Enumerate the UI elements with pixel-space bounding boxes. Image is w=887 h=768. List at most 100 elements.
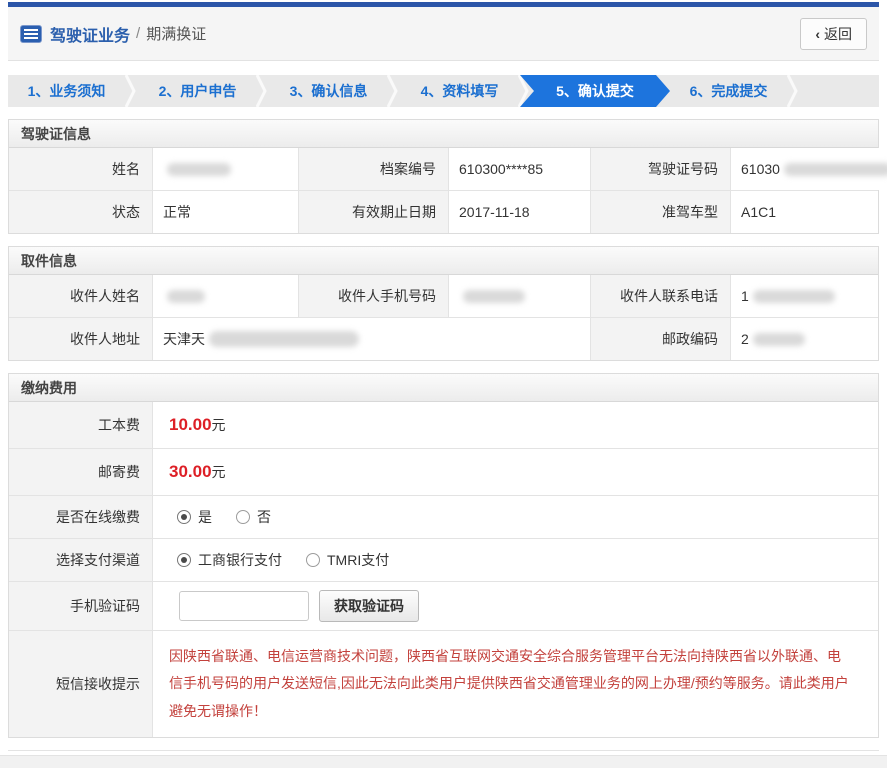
radio-unchecked-icon [236,510,250,524]
step-separator-icon [125,75,136,107]
mail-fee-amount: 30.00 [169,462,212,481]
mail-fee-row: 邮寄费 30.00 元 [9,449,878,496]
radio-label: 工商银行支付 [198,552,282,568]
license-no-label: 驾驶证号码 [591,148,731,190]
sms-code-input[interactable] [179,591,309,621]
online-pay-no-radio[interactable]: 否 [236,507,271,527]
radio-label: 否 [257,509,271,525]
table-row: 姓名 档案编号 610300****85 驾驶证号码 61030 [9,148,887,191]
step-label: 5、确认提交 [556,83,634,99]
bottom-band [0,755,887,768]
work-fee-label: 工本费 [9,402,153,448]
phone-prefix: 1 [741,288,749,304]
radio-unchecked-icon [306,553,320,567]
pay-channel-label: 选择支付渠道 [9,539,153,581]
license-info-section: 驾驶证信息 姓名 档案编号 610300****85 驾驶证号码 61030 状… [8,119,887,234]
step-label: 4、资料填写 [420,83,499,99]
redacted-value [167,289,205,303]
business-list-icon [20,24,42,43]
radio-checked-icon [177,510,191,524]
step-separator-icon [256,75,267,107]
work-fee-value: 10.00 元 [153,402,878,448]
online-pay-yes-radio[interactable]: 是 [177,507,212,527]
get-sms-code-button[interactable]: 获取验证码 [319,590,419,622]
online-pay-label: 是否在线缴费 [9,496,153,538]
redacted-value [752,332,805,346]
back-button-label: 返回 [824,26,852,42]
step-bar-filler [801,75,879,107]
sms-code-row: 手机验证码 获取验证码 [9,582,878,631]
step-5-confirm-submit-active[interactable]: 5、确认提交 [520,75,670,107]
breadcrumb-current: 期满换证 [146,26,207,43]
postcode-label: 邮政编码 [591,318,731,360]
status-label: 状态 [9,191,153,233]
redacted-value [167,162,231,176]
step-label: 3、确认信息 [289,83,368,99]
redacted-value [209,331,359,347]
page-header: 驾驶证业务 / 期满换证 ‹ 返回 [8,7,879,61]
file-no-value: 610300****85 [449,148,591,190]
postcode-value: 2 [731,318,878,360]
work-fee-row: 工本费 10.00 元 [9,402,878,449]
sms-tip-row: 短信接收提示 因陕西省联通、电信运营商技术问题，陕西省互联网交通安全综合服务管理… [9,631,878,737]
work-fee-amount: 10.00 [169,415,212,434]
sms-tip-label: 短信接收提示 [9,631,153,737]
recipient-name-label: 收件人姓名 [9,275,153,317]
step-navigation: 1、业务须知 2、用户申告 3、确认信息 4、资料填写 5、确认提交 6、完成提… [8,75,879,107]
radio-label: 是 [198,509,212,525]
step-1-business-notice[interactable]: 1、业务须知 [8,75,125,107]
step-label: 6、完成提交 [689,83,768,99]
pay-channel-options: 工商银行支付 TMRI支付 [153,539,878,581]
step-label: 1、业务须知 [27,83,106,99]
section-title: 驾驶证信息 [9,120,878,148]
online-pay-row: 是否在线缴费 是 否 [9,496,878,539]
mail-fee-value: 30.00 元 [153,449,878,495]
back-button[interactable]: ‹ 返回 [800,18,867,50]
online-pay-options: 是 否 [153,496,878,538]
vehicle-type-label: 准驾车型 [591,191,731,233]
redacted-value [783,162,887,176]
license-no-prefix: 61030 [741,161,780,177]
step-6-complete-submit[interactable]: 6、完成提交 [670,75,787,107]
address-value: 天津天 [153,318,591,360]
fees-section: 缴纳费用 工本费 10.00 元 邮寄费 30.00 元 是否在线缴费 是 否 … [8,373,879,738]
step-3-confirm-info[interactable]: 3、确认信息 [270,75,387,107]
vehicle-type-value: A1C1 [731,191,878,233]
fee-unit: 元 [211,417,226,433]
mail-fee-label: 邮寄费 [9,449,153,495]
page-title: 驾驶证业务 [50,27,131,45]
file-no-label: 档案编号 [299,148,449,190]
section-title: 取件信息 [9,247,878,275]
address-prefix: 天津天 [163,331,205,347]
status-value: 正常 [153,191,299,233]
sms-code-label: 手机验证码 [9,582,153,630]
sms-tip-text: 因陕西省联通、电信运营商技术问题，陕西省互联网交通安全综合服务管理平台无法向持陕… [153,631,878,737]
recipient-mobile-value [449,275,591,317]
channel-tmri-radio[interactable]: TMRI支付 [306,550,389,570]
recipient-name-value [153,275,299,317]
address-label: 收件人地址 [9,318,153,360]
breadcrumb-separator: / [136,25,141,42]
redacted-value [752,289,835,303]
postcode-prefix: 2 [741,331,749,347]
name-label: 姓名 [9,148,153,190]
step-4-fill-materials[interactable]: 4、资料填写 [401,75,518,107]
radio-label: TMRI支付 [327,552,390,568]
sms-code-controls: 获取验证码 [153,582,878,630]
table-row: 收件人地址 天津天 邮政编码 2 [9,318,878,360]
recipient-phone-value: 1 [731,275,878,317]
license-no-value: 61030 [731,148,887,190]
redacted-value [463,289,525,303]
name-value [153,148,299,190]
section-title: 缴纳费用 [9,374,878,402]
table-row: 状态 正常 有效期止日期 2017-11-18 准驾车型 A1C1 [9,191,878,233]
recipient-phone-label: 收件人联系电话 [591,275,731,317]
channel-icbc-radio[interactable]: 工商银行支付 [177,550,282,570]
step-2-user-declaration[interactable]: 2、用户申告 [139,75,256,107]
table-row: 收件人姓名 收件人手机号码 收件人联系电话 1 [9,275,878,318]
step-separator-icon [387,75,398,107]
step-label: 2、用户申告 [158,83,237,99]
expiry-value: 2017-11-18 [449,191,591,233]
fee-unit: 元 [211,464,226,480]
recipient-mobile-label: 收件人手机号码 [299,275,449,317]
